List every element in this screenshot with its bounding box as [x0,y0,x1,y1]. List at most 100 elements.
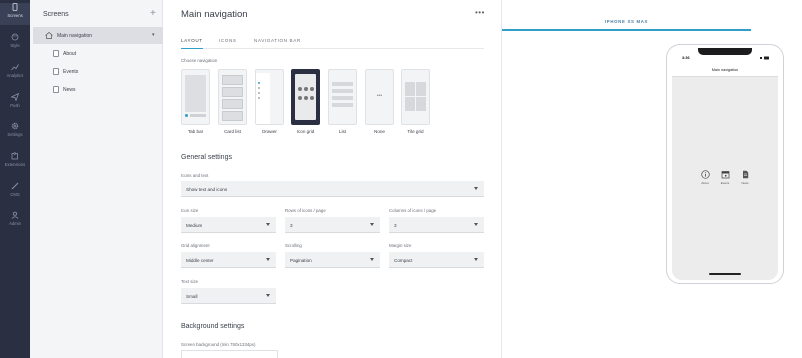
chevron-down-icon [474,187,478,190]
nav-option-list[interactable] [328,69,357,125]
rail-item-style[interactable]: Style [0,33,30,55]
rail-item-screens[interactable]: Screens [0,3,30,25]
select-value: Middle center [186,257,214,263]
screen-item-events[interactable]: Events [33,63,163,80]
nav-option-none[interactable]: ••• [365,69,394,125]
screen-item-about[interactable]: About [33,45,163,62]
icon-size-select[interactable]: Medium [181,217,276,233]
more-options-button[interactable]: ••• [475,8,485,17]
nav-option-icon-grid[interactable] [291,69,320,125]
settings-tabs: LAYOUT ICONS NAVIGATION BAR [181,37,484,49]
rail-item-settings[interactable]: Settings [0,122,30,144]
tab-device-iphone-xs-max[interactable]: IPHONE XS MAX [502,11,751,31]
preview-grid-item-news[interactable]: News [735,170,755,185]
rows-select[interactable]: 3 [285,217,380,233]
grid-alignment-select[interactable]: Middle center [181,252,276,268]
screen-item-news[interactable]: News [33,81,163,98]
home-indicator [709,273,741,275]
page-icon [53,50,59,57]
select-value: Compact [394,257,413,263]
rail-label: Extensions [4,162,26,167]
nav-option-label: Tile grid [407,129,424,134]
chevron-down-icon [474,223,478,226]
home-icon [45,32,53,39]
preview-grid-item-about[interactable]: About [695,170,715,185]
scrolling-select[interactable]: Pagination [285,252,380,268]
select-value: 3 [290,222,293,228]
screen-item-label: About [63,51,77,57]
background-upload-box[interactable] [181,350,278,358]
rail-label: Settings [7,132,23,137]
margin-size-select[interactable]: Compact [389,252,484,268]
nav-option-drawer[interactable] [255,69,284,125]
document-icon [742,170,748,179]
text-size-label: Text size [181,279,199,284]
chevron-down-icon [370,223,374,226]
background-settings-heading: Background settings [181,323,245,330]
tab-layout[interactable]: LAYOUT [181,38,203,49]
rail-label: Admin [9,221,21,226]
rail-item-push[interactable]: Push [0,93,30,115]
nav-option-card-list[interactable] [218,69,247,125]
tab-navigation-bar[interactable]: NAVIGATION BAR [254,38,301,49]
rail-label: Style [10,43,20,48]
palette-icon [11,33,19,41]
phone-screen: 3:36 Main navigation About Events News [672,48,778,280]
phone-frame: 3:36 Main navigation About Events News [666,44,784,284]
columns-label: Columns of icons / page [389,208,437,213]
select-value: Show text and icons [186,186,228,192]
rail-label: Push [10,103,20,108]
chevron-down-icon [266,223,270,226]
nav-option-label: Icon grid [296,129,315,134]
select-value: Medium [186,222,203,228]
rail-item-extensions[interactable]: Extensions [0,152,30,174]
scrolling-label: Scrolling [285,243,302,248]
device-preview-panel: IPHONE XS MAX 3:36 Main navigation About [502,0,802,358]
preview-grid-label: About [701,181,709,185]
calendar-icon [721,171,729,179]
admin-icon [11,211,19,219]
screen-item-label: Main navigation [57,33,93,39]
screen-item-label: Events [63,69,79,75]
puzzle-icon [11,152,18,160]
nav-option-tile-grid[interactable] [401,69,430,125]
rail-label: CMS [10,192,20,197]
chevron-down-icon [370,258,374,261]
columns-select[interactable]: 3 [389,217,484,233]
device-tab-label: IPHONE XS MAX [604,19,649,24]
chevron-down-icon [266,258,270,261]
left-nav-rail: Screens Style Analytics Push Settings Ex… [0,0,30,358]
preview-grid-label: Events [720,181,730,185]
text-size-select[interactable]: Small [181,288,276,304]
chevron-down-icon[interactable]: ▾ [152,32,155,38]
nav-option-tab-bar[interactable] [181,69,210,125]
nav-option-label: List [338,129,347,134]
screens-title: Screens [43,11,69,18]
status-icons [760,56,769,60]
status-bar: 3:36 [672,48,778,63]
status-time: 3:36 [682,56,690,60]
rail-item-admin[interactable]: Admin [0,211,30,233]
add-screen-button[interactable]: + [150,8,156,19]
icons-text-select[interactable]: Show text and icons [181,181,484,197]
select-value: Pagination [290,257,312,263]
screen-item-label: News [63,87,76,93]
phone-notch [698,48,752,55]
rail-item-cms[interactable]: CMS [0,182,30,204]
preview-grid-item-events[interactable]: Events [715,170,735,185]
page-icon [53,68,59,75]
preview-nav-bar: Main navigation [672,63,778,77]
rail-item-analytics[interactable]: Analytics [0,63,30,85]
icon-size-label: Icon size [181,208,199,213]
page-title: Main navigation [181,9,248,20]
screens-panel: Screens + Main navigation ▾ About Events… [30,0,163,358]
page-icon [53,86,59,93]
rail-label: Analytics [6,73,24,78]
nav-option-label: None [374,129,385,134]
tab-icons[interactable]: ICONS [219,38,237,49]
chevron-down-icon [266,294,270,297]
screen-item-main-navigation[interactable]: Main navigation ▾ [33,27,163,44]
nav-option-label: Card list [224,129,241,134]
nav-option-label: Drawer [262,129,277,134]
icons-text-label: Icons and text [181,173,209,178]
